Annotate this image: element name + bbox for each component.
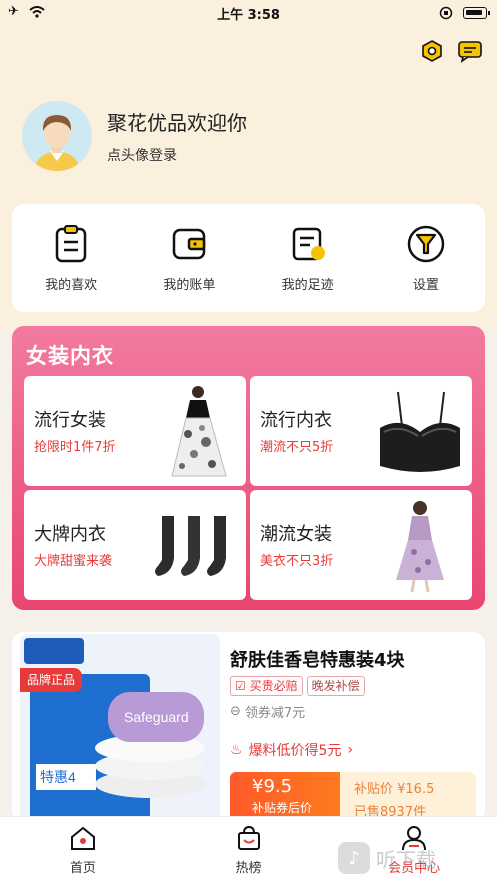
category-item-name: 大牌内衣 bbox=[34, 524, 106, 545]
status-time: 上午 3:58 bbox=[217, 8, 280, 23]
category-title: 女装内衣 bbox=[26, 344, 114, 368]
tab-hot[interactable]: 热榜 bbox=[166, 817, 332, 883]
watermark-logo: ♪ bbox=[338, 842, 370, 874]
product-badges: ☑ 买贵必赔 晚发补偿 bbox=[230, 676, 365, 696]
price-left: ¥9.5 补贴券后价 bbox=[230, 772, 340, 822]
final-price-label: 补贴券后价 bbox=[252, 801, 313, 815]
avatar[interactable] bbox=[22, 101, 92, 171]
watermark-text: 听下载 bbox=[376, 847, 436, 872]
badge-label: 买贵必赔 bbox=[249, 679, 298, 693]
badge-late-compensation: 晚发补偿 bbox=[306, 676, 365, 696]
brand-tag: 品牌正品 bbox=[20, 668, 82, 692]
category-item[interactable]: 大牌内衣 大牌甜蜜来袭 bbox=[24, 490, 246, 600]
product-image-brand: Safeguard bbox=[124, 709, 189, 725]
category-item-name: 流行内衣 bbox=[260, 410, 332, 431]
category-item-promo: 抢限时1件7折 bbox=[34, 440, 116, 455]
shortcut-label: 设置 bbox=[412, 277, 439, 293]
category-item[interactable]: 流行内衣 潮流不只5折 bbox=[250, 376, 472, 486]
bra-image bbox=[380, 391, 460, 472]
shopping-bag-icon bbox=[237, 825, 260, 850]
home-icon bbox=[70, 826, 95, 850]
coupon-info[interactable]: ⊖ 领券减7元 bbox=[230, 702, 305, 721]
wallet-icon bbox=[173, 228, 206, 259]
shortcut-bills[interactable]: 我的账单 bbox=[144, 224, 234, 293]
category-item-promo: 大牌甜蜜来袭 bbox=[34, 554, 113, 569]
watermark: ♪ 听下载 bbox=[338, 838, 488, 878]
category-item-promo: 美衣不只3折 bbox=[260, 554, 334, 569]
shortcut-label: 我的账单 bbox=[163, 277, 216, 293]
product-card[interactable]: 特惠4 Safeguard 品牌正品 舒肤佳香皂特惠装4块 ☑ 买贵必赔 晚发补… bbox=[12, 632, 485, 822]
category-item[interactable]: 流行女装 抢限时1件7折 bbox=[24, 376, 246, 486]
product-title: 舒肤佳香皂特惠装4块 bbox=[230, 650, 405, 671]
coupon-text: 领券减7元 bbox=[244, 706, 306, 721]
footprint-icon bbox=[292, 227, 325, 260]
badge-price-protect: ☑ 买贵必赔 bbox=[230, 676, 303, 696]
svg-text:特惠4: 特惠4 bbox=[40, 769, 76, 785]
chevron-right-icon: › bbox=[347, 742, 354, 758]
shortcut-label: 我的足迹 bbox=[281, 277, 334, 293]
price-right: 补贴价 ¥16.5 已售8937件 bbox=[340, 772, 476, 822]
check-icon: ☑ bbox=[235, 679, 246, 693]
price-bar[interactable]: ¥9.5 补贴券后价 补贴价 ¥16.5 已售8937件 bbox=[230, 772, 476, 822]
floral-dress-image bbox=[396, 501, 444, 593]
battery-icon bbox=[463, 7, 490, 19]
shortcut-footprints[interactable]: 我的足迹 bbox=[263, 224, 353, 293]
dress-image bbox=[171, 386, 227, 477]
shortcut-label: 我的喜欢 bbox=[45, 277, 98, 293]
orientation-lock-icon bbox=[439, 6, 453, 20]
coupon-icon: ⊖ bbox=[230, 704, 241, 719]
clipboard-icon bbox=[55, 224, 87, 262]
shortcut-settings[interactable]: 设置 bbox=[381, 224, 471, 293]
filter-icon bbox=[407, 225, 445, 262]
deal-info[interactable]: ♨ 爆料低价得5元 › bbox=[230, 740, 353, 760]
category-item-name: 潮流女装 bbox=[260, 524, 332, 545]
socks-image bbox=[155, 516, 226, 576]
category-item[interactable]: 潮流女装 美衣不只3折 bbox=[250, 490, 472, 600]
header-actions bbox=[419, 38, 483, 64]
greeting-text: 聚花优品欢迎你 bbox=[107, 111, 247, 135]
status-bar: ✈ 上午 3:58 bbox=[0, 0, 497, 26]
shortcut-favorites[interactable]: 我的喜欢 bbox=[26, 224, 116, 293]
settings-hexagon-icon[interactable] bbox=[419, 38, 445, 64]
message-icon[interactable] bbox=[457, 38, 483, 64]
category-item-promo: 潮流不只5折 bbox=[260, 440, 334, 455]
subsidy-price: 补贴价 ¥16.5 bbox=[354, 782, 435, 797]
tab-label: 首页 bbox=[69, 861, 96, 876]
flame-icon: ♨ bbox=[230, 742, 243, 758]
category-section: 女装内衣 流行女装 抢限时1件7折 流行内衣 潮流不只5折 大牌内衣 大牌甜蜜来… bbox=[12, 326, 485, 610]
shortcut-card: 我的喜欢 我的账单 我的足迹 设置 bbox=[12, 204, 485, 312]
final-price: ¥9.5 bbox=[252, 776, 293, 797]
deal-text: 爆料低价得5元 bbox=[248, 743, 342, 759]
category-item-name: 流行女装 bbox=[34, 410, 106, 431]
login-hint[interactable]: 点头像登录 bbox=[107, 145, 177, 165]
tab-label: 热榜 bbox=[235, 861, 262, 876]
tab-home[interactable]: 首页 bbox=[0, 817, 166, 883]
product-image[interactable]: 特惠4 Safeguard 品牌正品 bbox=[20, 634, 220, 822]
